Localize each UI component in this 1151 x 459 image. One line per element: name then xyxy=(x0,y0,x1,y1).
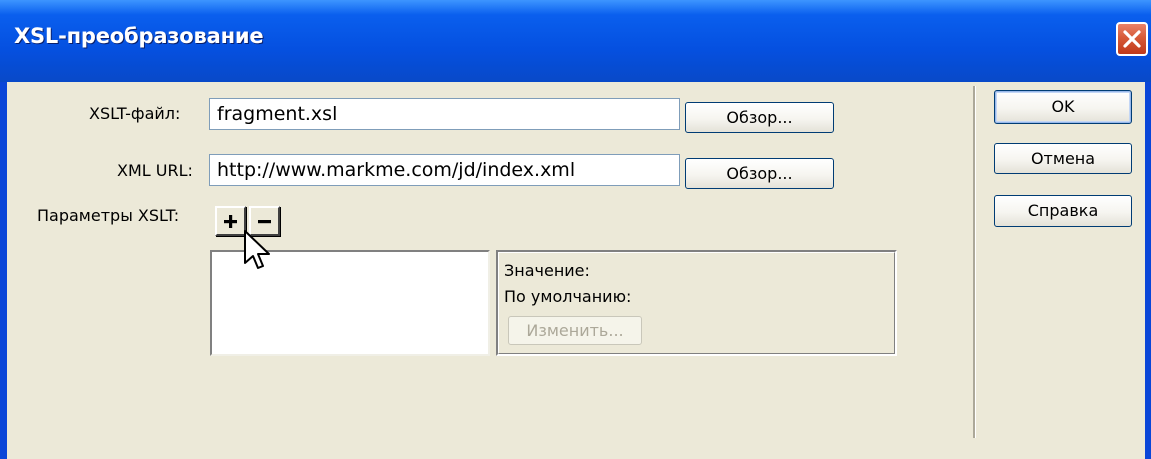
xslt-browse-button[interactable]: Обзор... xyxy=(685,102,834,133)
xml-url-input[interactable]: http://www.markme.com/jd/index.xml xyxy=(209,154,680,186)
dialog-body: XSLT-файл: fragment.xsl Обзор... XML URL… xyxy=(7,82,1145,459)
help-button[interactable]: Справка xyxy=(994,195,1132,227)
cancel-button[interactable]: Отмена xyxy=(994,143,1132,174)
xslt-params-label: Параметры XSLT: xyxy=(37,206,180,225)
param-value-panel: Значение: По умолчанию: Изменить... xyxy=(496,250,897,356)
xslt-file-label: XSLT-файл: xyxy=(89,104,181,123)
vertical-separator xyxy=(973,86,976,438)
value-label: Значение: xyxy=(504,261,590,280)
edit-param-button[interactable]: Изменить... xyxy=(508,316,642,345)
close-icon xyxy=(1123,30,1141,48)
xml-url-label: XML URL: xyxy=(117,161,193,180)
plus-icon xyxy=(224,215,237,228)
ok-button[interactable]: OK xyxy=(994,90,1132,124)
xsl-transform-dialog: XSL-преобразование XSLT-файл: fragment.x… xyxy=(0,0,1151,459)
default-value-label: По умолчанию: xyxy=(504,287,632,306)
mouse-pointer-icon xyxy=(244,230,270,269)
close-button[interactable] xyxy=(1116,22,1148,56)
title-bar[interactable]: XSL-преобразование xyxy=(0,0,1151,82)
window-title: XSL-преобразование xyxy=(14,24,264,48)
add-param-button[interactable] xyxy=(215,206,246,236)
minus-icon xyxy=(258,220,271,224)
xml-browse-button[interactable]: Обзор... xyxy=(685,158,834,189)
xslt-file-input[interactable]: fragment.xsl xyxy=(209,98,680,130)
